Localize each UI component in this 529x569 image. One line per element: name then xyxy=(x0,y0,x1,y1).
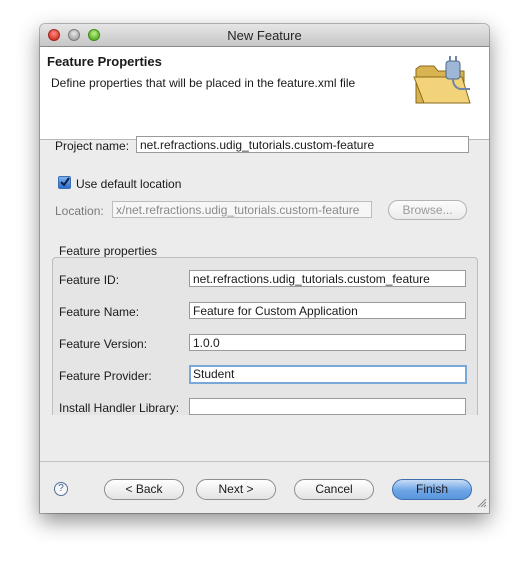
window-title: New Feature xyxy=(227,28,302,43)
feature-id-field[interactable]: net.refractions.udig_tutorials.custom_fe… xyxy=(189,270,466,287)
folder-plug-icon xyxy=(412,53,476,112)
new-feature-dialog: New Feature Feature Properties Define pr… xyxy=(40,24,489,513)
banner-description: Define properties that will be placed in… xyxy=(51,76,356,90)
location-field[interactable]: x/net.refractions.udig_tutorials.custom-… xyxy=(112,201,372,218)
use-default-location-checkbox[interactable] xyxy=(58,176,71,189)
project-name-label: Project name: xyxy=(55,139,130,153)
install-handler-library-label: Install Handler Library: xyxy=(59,401,180,415)
feature-name-label: Feature Name: xyxy=(59,305,140,319)
footer-separator xyxy=(40,461,489,462)
cancel-button[interactable]: Cancel xyxy=(294,479,374,500)
location-label: Location: xyxy=(55,204,104,218)
feature-version-label: Feature Version: xyxy=(59,337,148,351)
feature-provider-field[interactable]: Student xyxy=(189,365,467,384)
resize-grip-icon[interactable] xyxy=(475,496,487,511)
use-default-location-label: Use default location xyxy=(76,177,182,191)
help-icon[interactable]: ? xyxy=(54,482,68,496)
checkmark-icon xyxy=(60,177,70,187)
title-bar: New Feature xyxy=(40,24,489,47)
wizard-banner: Feature Properties Define properties tha… xyxy=(40,47,489,140)
finish-button[interactable]: Finish xyxy=(392,479,472,500)
banner-title: Feature Properties xyxy=(47,54,162,69)
back-button[interactable]: < Back xyxy=(104,479,184,500)
feature-name-field[interactable]: Feature for Custom Application xyxy=(189,302,466,319)
next-button[interactable]: Next > xyxy=(196,479,276,500)
install-handler-library-field[interactable] xyxy=(189,398,466,415)
feature-id-label: Feature ID: xyxy=(59,273,120,287)
feature-properties-group-label: Feature properties xyxy=(59,244,158,258)
browse-button[interactable]: Browse... xyxy=(388,200,467,220)
feature-provider-label: Feature Provider: xyxy=(59,369,152,383)
feature-version-field[interactable]: 1.0.0 xyxy=(189,334,466,351)
project-name-field[interactable]: net.refractions.udig_tutorials.custom-fe… xyxy=(136,136,469,153)
